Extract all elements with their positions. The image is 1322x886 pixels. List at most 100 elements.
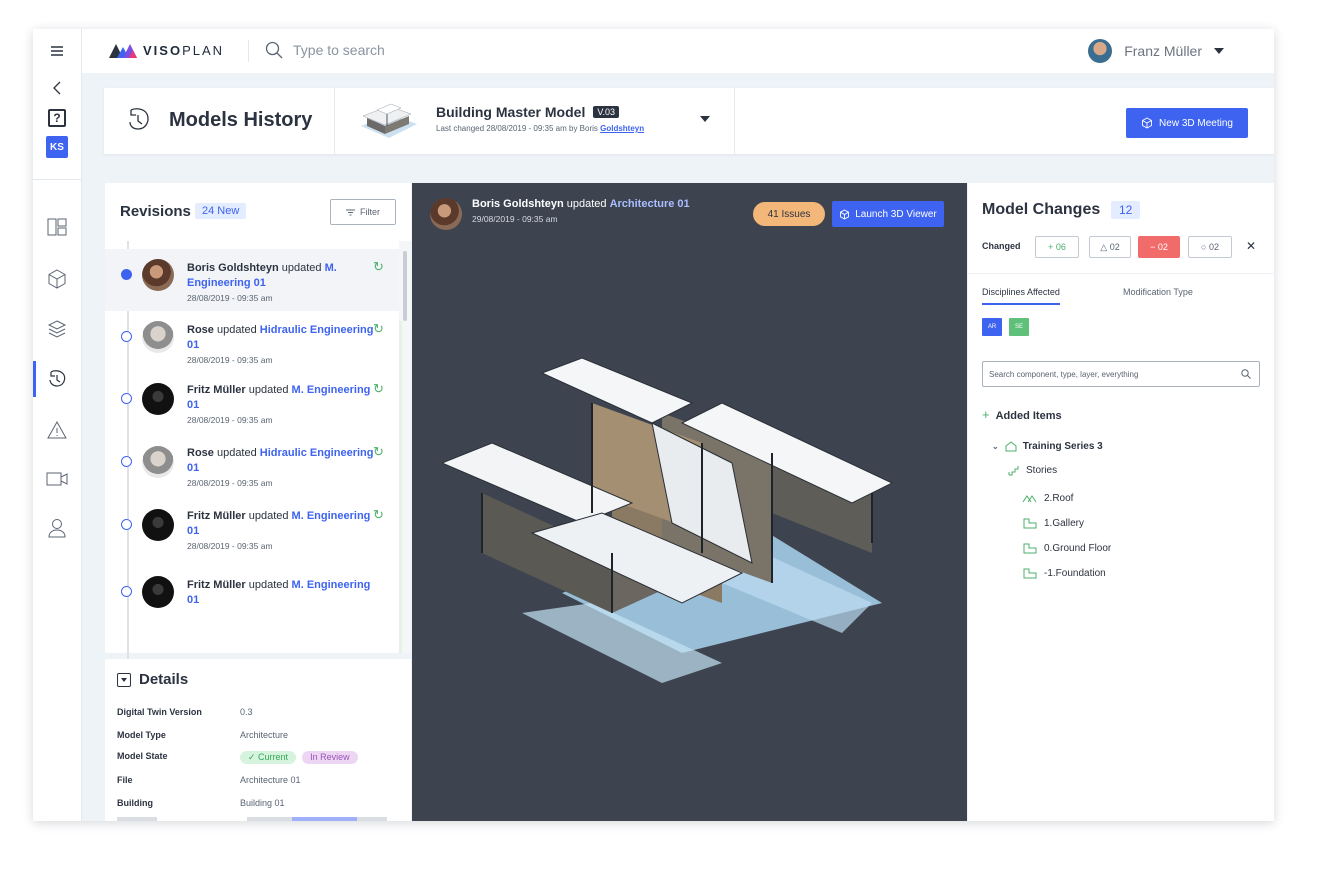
revision-item[interactable]: Rose updated Hidraulic Engineering 01 28/…: [105, 436, 399, 498]
timeline-dot: [121, 586, 132, 597]
revision-text: Rose updated Hidraulic Engineering 01 28/…: [187, 447, 374, 488]
revision-text: Fritz Müller updated M. Engineering 01 28…: [187, 510, 371, 551]
house-icon: [1005, 441, 1017, 452]
other-filter-chip[interactable]: ○ 02: [1188, 236, 1232, 258]
user-name: Franz Müller: [1124, 43, 1202, 59]
restore-icon[interactable]: ↻: [373, 259, 384, 275]
history-icon[interactable]: [33, 362, 81, 396]
status-badge: ✓ Current: [240, 751, 297, 764]
issues-button[interactable]: 41 Issues: [753, 202, 825, 226]
floor-icon: [1023, 568, 1037, 579]
discipline-ar-toggle[interactable]: AR: [982, 318, 1002, 336]
divider: [968, 273, 1274, 274]
avatar: [1088, 39, 1113, 63]
workspace-badge[interactable]: KS: [46, 136, 68, 158]
added-items-header[interactable]: + Added Items: [982, 407, 1062, 422]
user-icon[interactable]: [33, 511, 81, 545]
avatar: [142, 509, 174, 541]
revisions-title: Revisions: [120, 203, 191, 220]
restore-icon[interactable]: ↻: [373, 444, 384, 460]
close-icon[interactable]: ✕: [1246, 239, 1256, 253]
rail-divider: [33, 179, 81, 180]
revision-item[interactable]: Boris Goldshteyn updated M. Engineering …: [105, 249, 399, 311]
model-last-changed: Last changed 28/08/2019 - 09:35 am by Bo…: [436, 124, 645, 133]
model-selector[interactable]: Building Master Model V.03: [436, 104, 620, 120]
menu-icon[interactable]: [33, 34, 81, 68]
search-icon: [1241, 369, 1251, 379]
tree-node-stories[interactable]: Stories: [1008, 465, 1057, 476]
revision-text: Boris Goldshteyn updated M. Engineering …: [187, 262, 337, 303]
timeline-dot: [121, 519, 132, 530]
tree-node-level[interactable]: 2.Roof: [1022, 493, 1073, 504]
revision-item[interactable]: Rose updated Hidraulic Engineering 01 28/…: [105, 311, 399, 373]
timeline-dot: [121, 456, 132, 467]
detail-row: Digital Twin Version 0.3: [117, 707, 253, 717]
filter-button[interactable]: Filter: [330, 199, 396, 225]
detail-row: File Architecture 01: [117, 775, 301, 785]
restore-icon[interactable]: ↻: [373, 507, 384, 523]
search-placeholder[interactable]: Type to search: [293, 42, 385, 58]
filter-icon: [346, 209, 355, 215]
page-title: Models History: [169, 109, 313, 131]
video-icon[interactable]: [33, 462, 81, 496]
removed-filter-chip[interactable]: − 02: [1138, 236, 1180, 258]
tab-modification-type[interactable]: Modification Type: [1123, 287, 1193, 297]
model-thumbnail[interactable]: [359, 100, 419, 140]
floor-icon: [1023, 518, 1037, 529]
modified-filter-chip[interactable]: △ 02: [1089, 236, 1131, 258]
last-changed-user-link[interactable]: Goldshteyn: [600, 124, 644, 133]
app-window: ? KS VISOPLAN Type to search Franz Mülle…: [33, 29, 1274, 821]
tree-node-level[interactable]: 1.Gallery: [1022, 518, 1084, 529]
details-toggle[interactable]: Details: [117, 671, 188, 688]
header-divider: [334, 88, 335, 154]
model-changes-title: Model Changes: [982, 201, 1101, 218]
tree-node-level[interactable]: 0.Ground Floor: [1022, 543, 1111, 554]
layers-icon[interactable]: [33, 312, 81, 346]
avatar: [142, 576, 174, 608]
model-dropdown-caret-icon[interactable]: [700, 116, 710, 122]
scrollbar-thumb[interactable]: [403, 251, 407, 321]
clipped-row: [117, 817, 387, 821]
logo-text: VISOPLAN: [143, 43, 225, 58]
user-menu[interactable]: Franz Müller: [1088, 39, 1224, 63]
visoplan-logo[interactable]: VISOPLAN: [109, 43, 224, 58]
detail-row: Building Building 01: [117, 798, 285, 808]
scroll-edge: [399, 321, 402, 653]
tree-node-level[interactable]: -1.Foundation: [1022, 568, 1106, 579]
restore-icon[interactable]: ↻: [373, 321, 384, 337]
added-filter-chip[interactable]: + 06: [1035, 236, 1079, 258]
avatar: [430, 198, 462, 230]
revision-item[interactable]: Fritz Müller updated M. Engineering 01 28…: [105, 499, 399, 561]
revision-item[interactable]: Fritz Müller updated M. Engineering 01 28…: [105, 373, 399, 435]
global-search[interactable]: Type to search: [265, 41, 385, 59]
dashboard-icon[interactable]: [33, 210, 81, 244]
discipline-se-toggle[interactable]: SE: [1009, 318, 1029, 336]
viewer-model-link[interactable]: Architecture 01: [610, 198, 690, 210]
floor-icon: [1023, 543, 1037, 554]
avatar: [142, 321, 174, 353]
building-3d-render: [442, 357, 894, 683]
new-3d-meeting-button[interactable]: New 3D Meeting: [1126, 108, 1248, 138]
changed-label: Changed: [982, 241, 1021, 251]
component-search-input[interactable]: Search component, type, layer, everythin…: [982, 361, 1260, 387]
detail-row: Model State ✓ Current In Review: [117, 751, 358, 764]
avatar: [142, 259, 174, 291]
launch-3d-viewer-button[interactable]: Launch 3D Viewer: [832, 201, 944, 227]
logo-mark-icon: [109, 43, 137, 58]
help-icon[interactable]: ?: [48, 109, 66, 127]
status-badge: In Review: [302, 751, 358, 764]
back-icon[interactable]: [33, 71, 81, 105]
avatar: [142, 446, 174, 478]
model-cube-icon[interactable]: [33, 262, 81, 296]
cube-icon: [1142, 117, 1152, 129]
model-changes-panel: Model Changes 12 Changed + 06 △ 02 − 02 …: [968, 183, 1274, 821]
model-viewer[interactable]: Boris Goldshteyn updated Architecture 01…: [412, 183, 967, 821]
restore-icon[interactable]: ↻: [373, 381, 384, 397]
revision-item[interactable]: Fritz Müller updated M. Engineering 01: [105, 561, 399, 623]
warning-icon[interactable]: [33, 413, 81, 447]
chevron-down-icon: [1214, 48, 1224, 54]
timeline-dot: [121, 331, 132, 342]
tree-node-series[interactable]: ⌄ Training Series 3: [992, 441, 1103, 452]
tab-disciplines-affected[interactable]: Disciplines Affected: [982, 287, 1060, 305]
revision-text: Rose updated Hidraulic Engineering 01 28/…: [187, 324, 374, 365]
